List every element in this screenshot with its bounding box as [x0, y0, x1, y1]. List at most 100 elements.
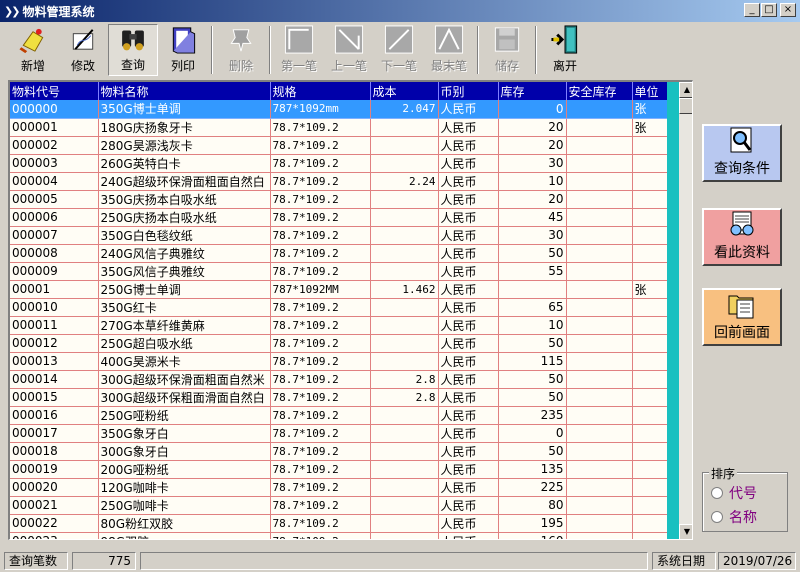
scroll-up-icon[interactable]: ▲: [679, 82, 692, 98]
cell-safety-stock[interactable]: [566, 388, 633, 407]
cell-unit[interactable]: 张: [632, 280, 668, 299]
table-row[interactable]: 000006 250G庆扬本白吸水纸 78.7*109.2 人民币 45: [10, 208, 668, 227]
cell-cost[interactable]: [370, 496, 439, 515]
cell-cost[interactable]: [370, 262, 439, 281]
cell-safety-stock[interactable]: [566, 208, 633, 227]
cell-safety-stock[interactable]: [566, 514, 633, 533]
cell-code[interactable]: 000018: [10, 442, 99, 461]
cell-name[interactable]: 400G昊源米卡: [98, 352, 271, 371]
cell-currency[interactable]: 人民币: [438, 298, 499, 317]
cell-spec[interactable]: 78.7*109.2: [270, 334, 371, 353]
cell-spec[interactable]: 78.7*109.2: [270, 172, 371, 191]
table-row[interactable]: 000020 120G咖啡卡 78.7*109.2 人民币 225: [10, 478, 668, 497]
cell-spec[interactable]: 787*1092mm: [270, 100, 371, 119]
cell-spec[interactable]: 78.7*109.2: [270, 478, 371, 497]
cell-code[interactable]: 000002: [10, 136, 99, 155]
table-row[interactable]: 000021 250G咖啡卡 78.7*109.2 人民币 80: [10, 496, 668, 515]
cell-unit[interactable]: [632, 460, 668, 479]
cell-spec[interactable]: 78.7*109.2: [270, 316, 371, 335]
next-record-button[interactable]: 下一笔: [374, 24, 424, 76]
cell-unit[interactable]: [632, 406, 668, 425]
cell-unit[interactable]: [632, 478, 668, 497]
cell-code[interactable]: 000001: [10, 118, 99, 137]
cell-stock[interactable]: 20: [498, 136, 567, 155]
cell-spec[interactable]: 78.7*109.2: [270, 154, 371, 173]
cell-name[interactable]: 200G哑粉纸: [98, 460, 271, 479]
table-row[interactable]: 000005 350G庆扬本白吸水纸 78.7*109.2 人民币 20: [10, 190, 668, 209]
cell-safety-stock[interactable]: [566, 154, 633, 173]
cell-code[interactable]: 000004: [10, 172, 99, 191]
column-header-code[interactable]: 物料代号: [10, 82, 99, 100]
cell-safety-stock[interactable]: [566, 334, 633, 353]
cell-code[interactable]: 000020: [10, 478, 99, 497]
cell-code[interactable]: 000014: [10, 370, 99, 389]
cell-unit[interactable]: [632, 352, 668, 371]
cell-unit[interactable]: [632, 208, 668, 227]
close-button[interactable]: ×: [780, 3, 796, 17]
cell-currency[interactable]: 人民币: [438, 190, 499, 209]
cell-unit[interactable]: [632, 244, 668, 263]
cell-name[interactable]: 250G庆扬本白吸水纸: [98, 208, 271, 227]
cell-name[interactable]: 350G博士单调: [98, 100, 271, 119]
cell-name[interactable]: 250G咖啡卡: [98, 496, 271, 515]
cell-safety-stock[interactable]: [566, 172, 633, 191]
cell-code[interactable]: 000013: [10, 352, 99, 371]
cell-currency[interactable]: 人民币: [438, 100, 499, 119]
cell-name[interactable]: 98G双胶: [98, 532, 271, 539]
cell-name[interactable]: 300G超级环保滑面粗面自然米: [98, 370, 271, 389]
cell-currency[interactable]: 人民币: [438, 424, 499, 443]
cell-safety-stock[interactable]: [566, 316, 633, 335]
column-header-unit[interactable]: 单位: [632, 82, 668, 100]
cell-name[interactable]: 300G超级环保粗面滑面自然白: [98, 388, 271, 407]
column-header-currency[interactable]: 币别: [438, 82, 499, 100]
cell-unit[interactable]: [632, 532, 668, 539]
cell-safety-stock[interactable]: [566, 370, 633, 389]
cell-spec[interactable]: 787*1092MM: [270, 280, 371, 299]
cell-code[interactable]: 000006: [10, 208, 99, 227]
cell-spec[interactable]: 78.7*109.2: [270, 136, 371, 155]
column-header-stock[interactable]: 库存: [498, 82, 567, 100]
cell-safety-stock[interactable]: [566, 190, 633, 209]
cell-unit[interactable]: 张: [632, 118, 668, 137]
cell-stock[interactable]: 50: [498, 370, 567, 389]
cell-unit[interactable]: [632, 370, 668, 389]
cell-stock[interactable]: 20: [498, 190, 567, 209]
cell-unit[interactable]: [632, 154, 668, 173]
cell-cost[interactable]: [370, 136, 439, 155]
cell-code[interactable]: 000009: [10, 262, 99, 281]
cell-cost[interactable]: [370, 352, 439, 371]
cell-currency[interactable]: 人民币: [438, 280, 499, 299]
cell-unit[interactable]: [632, 514, 668, 533]
cell-spec[interactable]: 78.7*109.2: [270, 208, 371, 227]
cell-currency[interactable]: 人民币: [438, 262, 499, 281]
table-row[interactable]: 000018 300G象牙白 78.7*109.2 人民币 50: [10, 442, 668, 461]
cell-stock[interactable]: [498, 280, 567, 299]
cell-cost[interactable]: [370, 118, 439, 137]
cell-cost[interactable]: [370, 532, 439, 539]
cell-currency[interactable]: 人民币: [438, 478, 499, 497]
table-row[interactable]: 000013 400G昊源米卡 78.7*109.2 人民币 115: [10, 352, 668, 371]
cell-spec[interactable]: 78.7*109.2: [270, 514, 371, 533]
cell-spec[interactable]: 78.7*109.2: [270, 226, 371, 245]
cell-unit[interactable]: [632, 442, 668, 461]
cell-cost[interactable]: [370, 424, 439, 443]
sort-by-code-radio[interactable]: 代号: [711, 483, 757, 503]
query-button[interactable]: 查询: [108, 24, 158, 76]
cell-currency[interactable]: 人民币: [438, 496, 499, 515]
cell-name[interactable]: 350G庆扬本白吸水纸: [98, 190, 271, 209]
column-header-safety-stock[interactable]: 安全库存: [566, 82, 633, 100]
cell-safety-stock[interactable]: [566, 262, 633, 281]
cell-safety-stock[interactable]: [566, 226, 633, 245]
cell-safety-stock[interactable]: [566, 298, 633, 317]
table-row[interactable]: 000004 240G超级环保滑面粗面自然白 78.7*109.2 2.24 人民币 10: [10, 172, 668, 191]
cell-code[interactable]: 000000: [10, 100, 99, 119]
table-row[interactable]: 000008 240G风信子典雅纹 78.7*109.2 人民币 50: [10, 244, 668, 263]
cell-currency[interactable]: 人民币: [438, 136, 499, 155]
cell-cost[interactable]: [370, 244, 439, 263]
cell-safety-stock[interactable]: [566, 478, 633, 497]
cell-currency[interactable]: 人民币: [438, 406, 499, 425]
cell-cost[interactable]: [370, 442, 439, 461]
cell-name[interactable]: 250G超白吸水纸: [98, 334, 271, 353]
cell-code[interactable]: 000019: [10, 460, 99, 479]
scroll-down-icon[interactable]: ▼: [679, 524, 692, 539]
